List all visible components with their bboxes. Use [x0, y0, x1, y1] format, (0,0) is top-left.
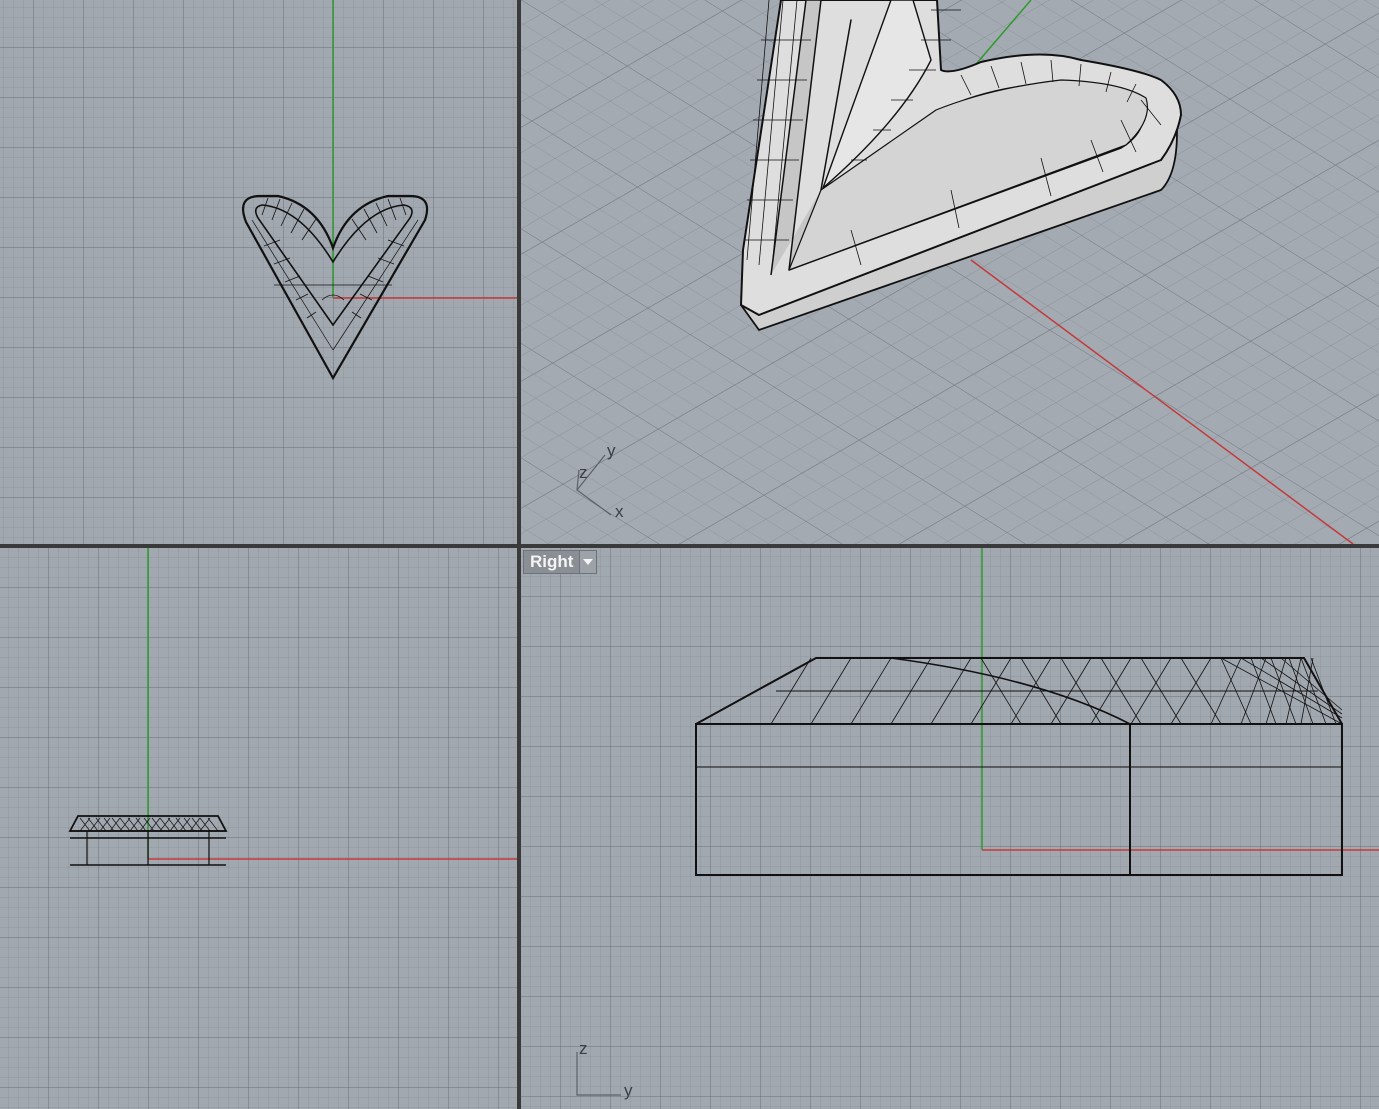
viewport-title[interactable]: Right	[524, 551, 579, 573]
heart-right-wireframe	[695, 657, 1343, 876]
axis-z-label: z	[579, 1039, 588, 1058]
viewport-divider-horizontal[interactable]	[0, 544, 1379, 548]
axis-y-label: y	[624, 1081, 633, 1100]
heart-side-wireframe	[68, 815, 228, 866]
right-view-geometry: z y	[576, 548, 1379, 1100]
perspective-viewport[interactable]: z y x	[521, 0, 1379, 544]
axis-y-label: y	[607, 441, 616, 460]
right-viewport[interactable]: z y Right	[521, 548, 1379, 1109]
viewport-divider-vertical[interactable]	[517, 0, 521, 1109]
chevron-down-icon[interactable]	[579, 551, 597, 573]
axis-triad-icon: z y	[576, 1039, 633, 1100]
front-viewport[interactable]	[0, 548, 517, 1109]
top-viewport[interactable]	[0, 0, 517, 544]
axis-x-label: x	[615, 502, 624, 521]
viewport-title-tab[interactable]: Right	[523, 550, 598, 574]
top-view-geometry	[242, 0, 517, 381]
heart-outline-wireframe	[242, 194, 429, 381]
perspective-view-geometry: z y x	[521, 0, 1379, 544]
axis-z-label: z	[579, 463, 588, 482]
front-view-geometry	[68, 548, 517, 866]
